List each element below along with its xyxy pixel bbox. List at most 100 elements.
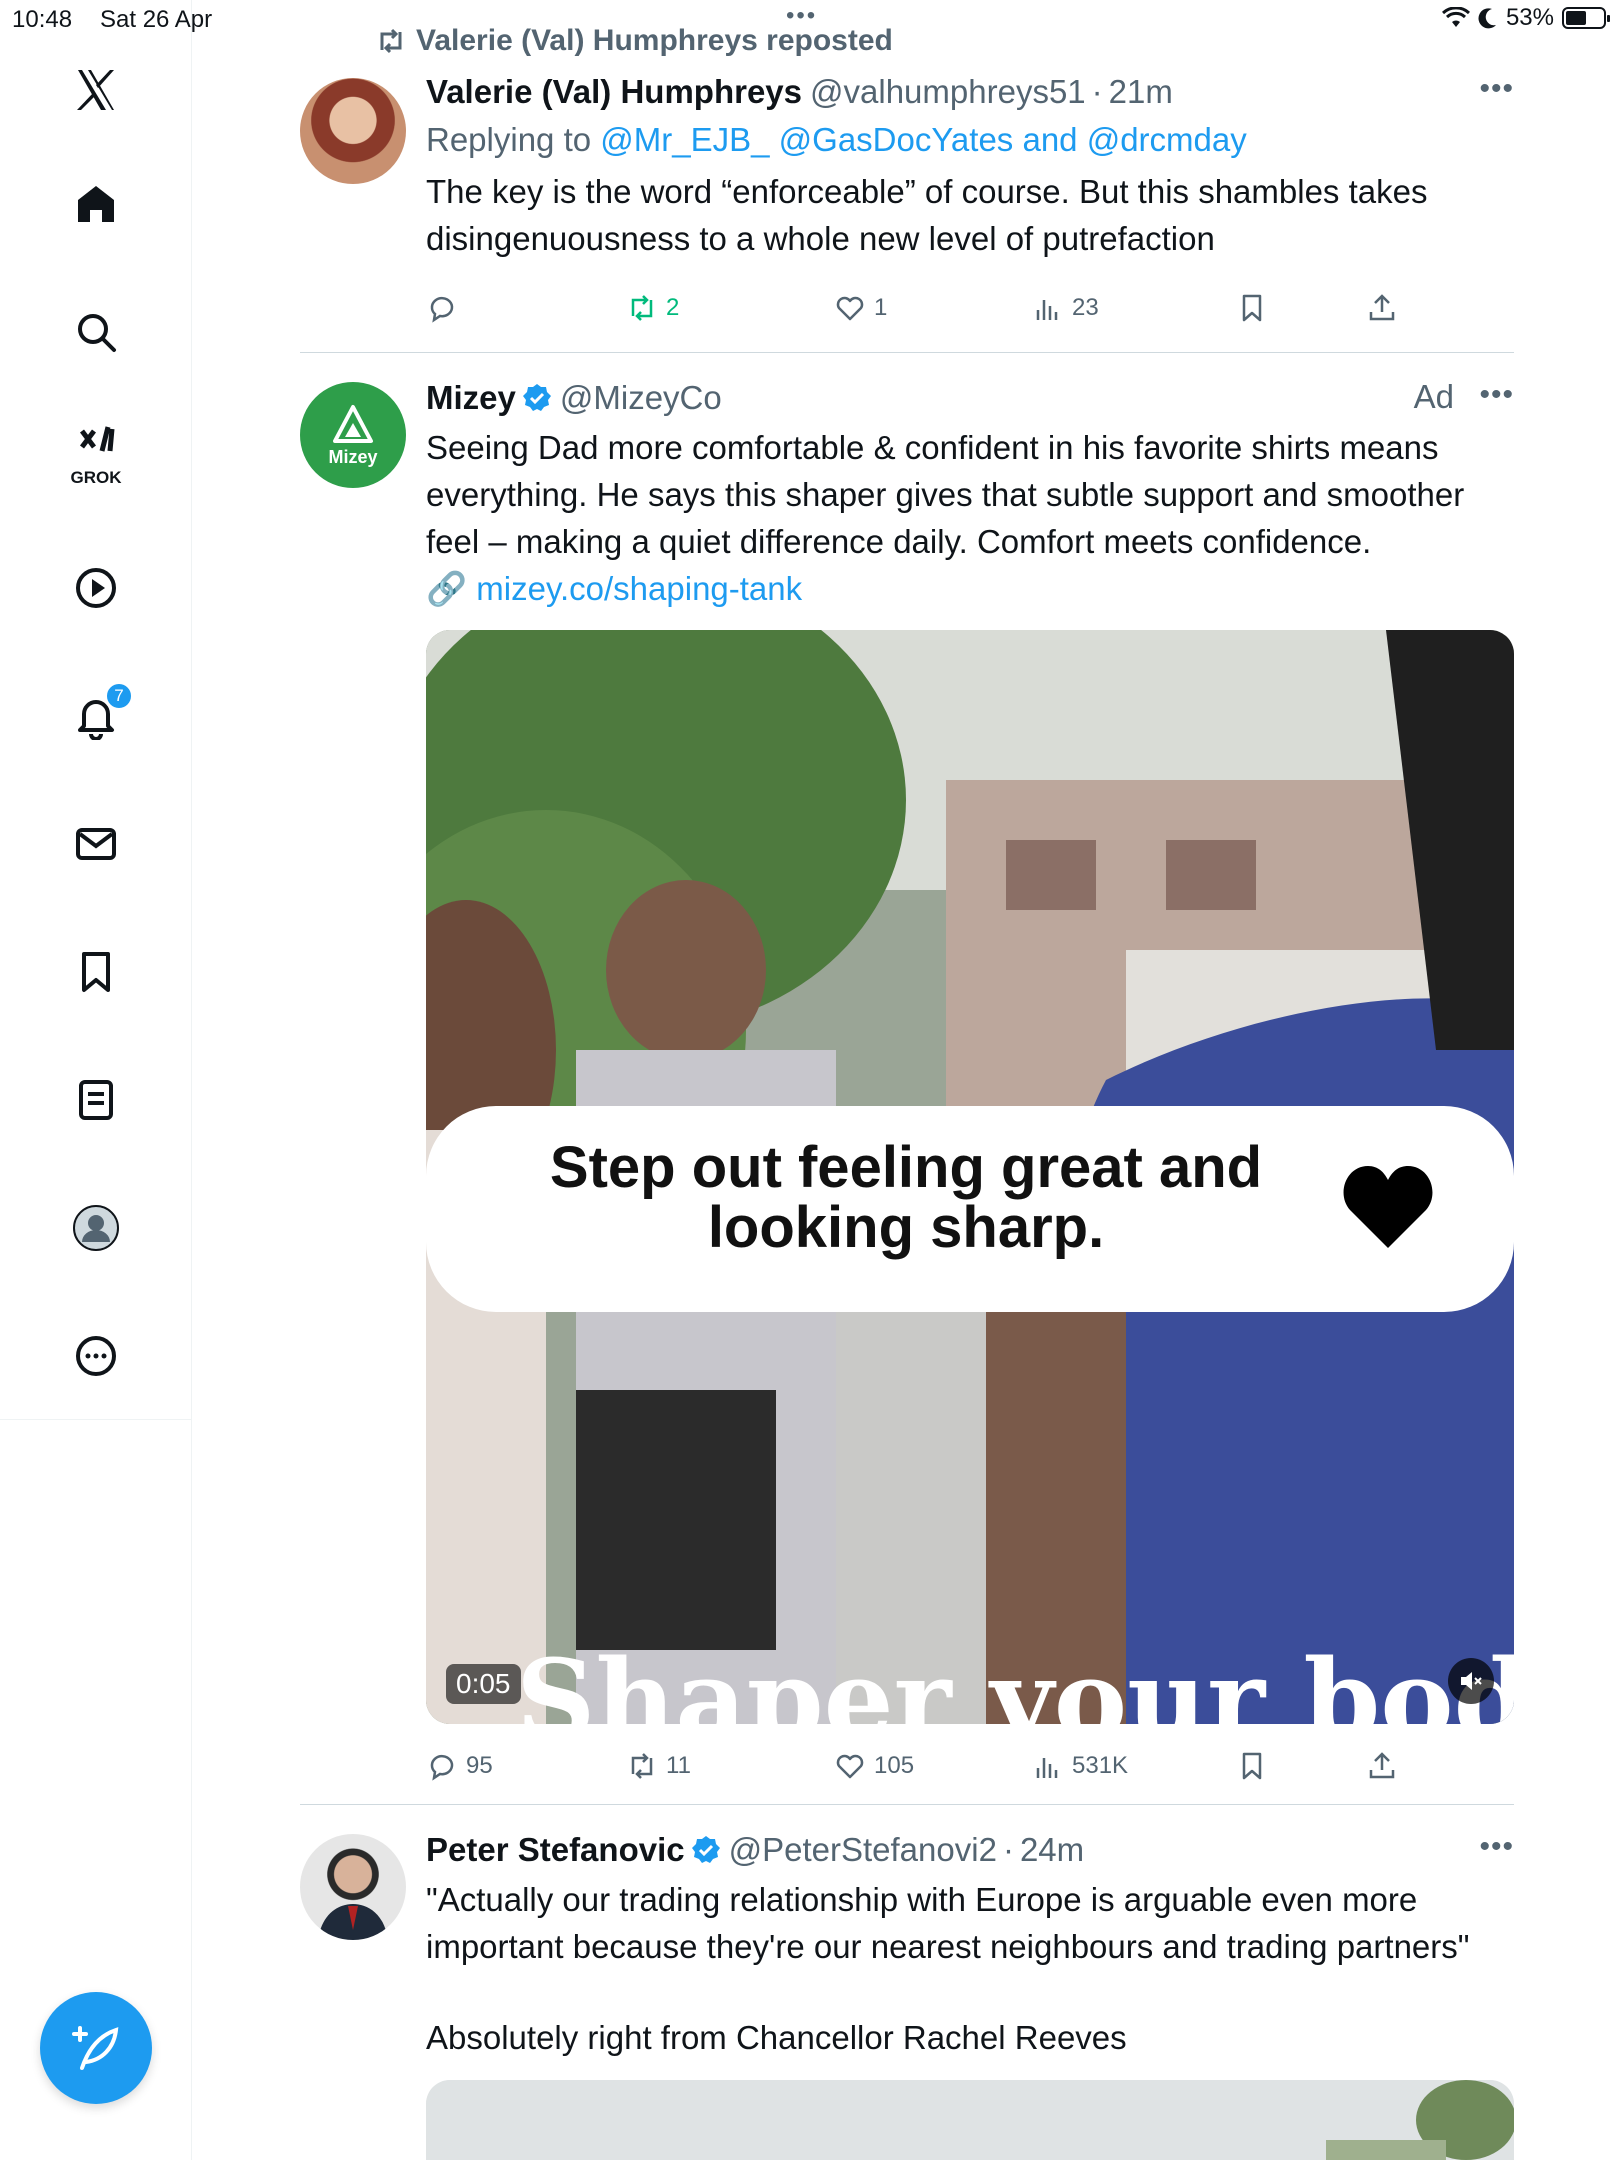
home-icon[interactable] — [56, 164, 136, 244]
avatar[interactable] — [300, 78, 406, 184]
retweet-button[interactable]: 11 — [626, 1744, 691, 1788]
share-button[interactable] — [1366, 1744, 1398, 1788]
sidebar: GROK 7 — [0, 0, 192, 2160]
views-icon — [1036, 1758, 1058, 1778]
tweet-header: Mizey @MizeyCo — [426, 378, 1514, 418]
tweet-text-line: Seeing Dad more comfortable & confident … — [426, 429, 1439, 466]
more-options-icon[interactable]: ••• — [1479, 72, 1514, 106]
more-options-icon[interactable]: ••• — [1479, 1830, 1514, 1864]
tweet-actions: 2 1 23 — [426, 286, 1514, 330]
lists-icon[interactable] — [56, 1060, 136, 1140]
separator-dot: · — [1091, 73, 1103, 110]
view-count: 23 — [1072, 294, 1099, 321]
more-options-icon[interactable]: ••• — [1479, 378, 1514, 412]
sidebar-divider — [0, 1419, 192, 1420]
grok-label: GROK — [70, 468, 122, 487]
tweet-header: Peter Stefanovic @PeterStefanovi2 · 24m — [426, 1830, 1514, 1870]
tweet-text: "Actually our trading relationship with … — [426, 1876, 1514, 2061]
grok-icon[interactable]: GROK — [56, 412, 136, 492]
mute-button[interactable] — [1448, 1658, 1494, 1704]
tweet-text-line: Absolutely right from Chancellor Rachel … — [426, 2019, 1127, 2056]
share-button[interactable] — [1366, 286, 1398, 330]
tweet-text: Seeing Dad more comfortable & confident … — [426, 424, 1514, 612]
tweet-header: Valerie (Val) Humphreys @valhumphreys51 … — [426, 72, 1514, 112]
bookmark-icon — [1242, 294, 1262, 322]
like-count: 1 — [874, 294, 888, 321]
battery-percent: 53% — [1505, 4, 1554, 31]
battery-icon — [1562, 7, 1610, 29]
repost-text: Valerie (Val) Humphreys reposted — [416, 24, 893, 57]
share-icon — [1369, 294, 1395, 321]
views-button[interactable]: 531K — [1032, 1744, 1128, 1788]
tweet-text: The key is the word “enforceable” of cou… — [426, 168, 1514, 262]
retweet-icon — [631, 295, 653, 321]
wifi-icon — [1441, 7, 1470, 27]
views-icon — [1036, 300, 1058, 320]
x-logo-icon[interactable] — [56, 50, 136, 130]
views-button[interactable]: 23 — [1032, 286, 1099, 330]
notifications-badge: 7 — [105, 682, 133, 710]
heart-emoji-icon — [1343, 1166, 1433, 1248]
retweet-count: 11 — [666, 1752, 691, 1779]
author-name[interactable]: Valerie (Val) Humphreys — [426, 72, 802, 112]
text-spacer — [426, 1970, 1514, 2014]
bookmark-icon — [1242, 1752, 1262, 1780]
video-icon[interactable] — [56, 548, 136, 628]
tweet-text-line: "Actually our trading relationship with … — [426, 1881, 1418, 1918]
moon-icon — [1478, 8, 1496, 29]
tweet-media-preview[interactable] — [426, 2080, 1514, 2160]
bookmark-button[interactable] — [1236, 286, 1268, 330]
notifications-icon[interactable]: 7 — [56, 676, 136, 756]
retweet-button[interactable]: 2 — [626, 286, 679, 330]
share-icon — [1369, 1752, 1395, 1779]
author-handle[interactable]: @valhumphreys51 — [810, 72, 1086, 112]
retweet-icon — [631, 1753, 653, 1779]
tweet-time[interactable]: 24m — [1020, 1830, 1084, 1870]
avatar[interactable]: Mizey — [300, 382, 406, 488]
more-options-icon[interactable] — [56, 1316, 136, 1396]
like-button[interactable]: 105 — [834, 1744, 914, 1788]
like-button[interactable]: 1 — [834, 286, 887, 330]
avatar-label: Mizey — [328, 446, 378, 467]
link-icon: 🔗 — [426, 570, 468, 607]
profile-avatar-icon[interactable] — [56, 1188, 136, 1268]
author-handle[interactable]: @PeterStefanovi2 — [729, 1830, 997, 1870]
tweet-text-line: disingenuousness to a whole new level of… — [426, 220, 1215, 257]
reply-icon — [430, 296, 454, 323]
retweet-count: 2 — [666, 294, 680, 321]
tweet-valerie[interactable]: Valerie (Val) Humphreys @valhumphreys51 … — [300, 72, 1514, 352]
reply-button[interactable] — [426, 286, 458, 330]
video-caption-line: Step out feeling great and — [549, 1135, 1263, 1200]
heart-icon — [836, 1754, 864, 1779]
repost-indicator: Valerie (Val) Humphreys reposted — [376, 24, 893, 58]
search-icon[interactable] — [56, 292, 136, 372]
like-count: 105 — [874, 1752, 915, 1779]
ad-video[interactable]: Step out feeling great and looking sharp… — [426, 630, 1514, 1724]
reply-count: 95 — [466, 1752, 493, 1779]
status-right: 53% — [1441, 4, 1610, 32]
bookmarks-icon[interactable] — [56, 932, 136, 1012]
video-caption: Step out feeling great and looking sharp… — [426, 1138, 1386, 1258]
ad-link[interactable]: mizey.co/shaping-tank — [476, 570, 802, 607]
author-handle[interactable]: @MizeyCo — [560, 378, 722, 418]
compose-post-button[interactable] — [40, 1992, 152, 2104]
messages-icon[interactable] — [56, 804, 136, 884]
tweet-text-line: everything. He says this shaper gives th… — [426, 476, 1465, 513]
replying-to: Replying to @Mr_EJB_ @GasDocYates and @d… — [426, 116, 1514, 164]
avatar-suit — [318, 1904, 388, 1940]
tweet-time[interactable]: 21m — [1109, 72, 1173, 112]
video-caption-line: looking sharp. — [707, 1195, 1105, 1260]
video-duration: 0:05 — [446, 1664, 521, 1704]
tweet-divider — [300, 352, 1514, 353]
reply-button[interactable]: 95 — [426, 1744, 493, 1788]
tweet-text-line: important because they're our nearest ne… — [426, 1928, 1470, 1965]
bookmark-button[interactable] — [1236, 1744, 1268, 1788]
avatar[interactable] — [300, 1834, 406, 1940]
mizey-logo-icon — [333, 404, 373, 443]
video-overlay-text: Shaper your body — [516, 1635, 1514, 1724]
replying-to-users[interactable]: @Mr_EJB_ @GasDocYates and @drcmday — [600, 121, 1246, 158]
separator-dot: · — [1002, 1831, 1014, 1868]
author-name[interactable]: Mizey — [426, 378, 516, 418]
verified-badge-icon — [522, 384, 551, 411]
author-name[interactable]: Peter Stefanovic — [426, 1830, 685, 1870]
